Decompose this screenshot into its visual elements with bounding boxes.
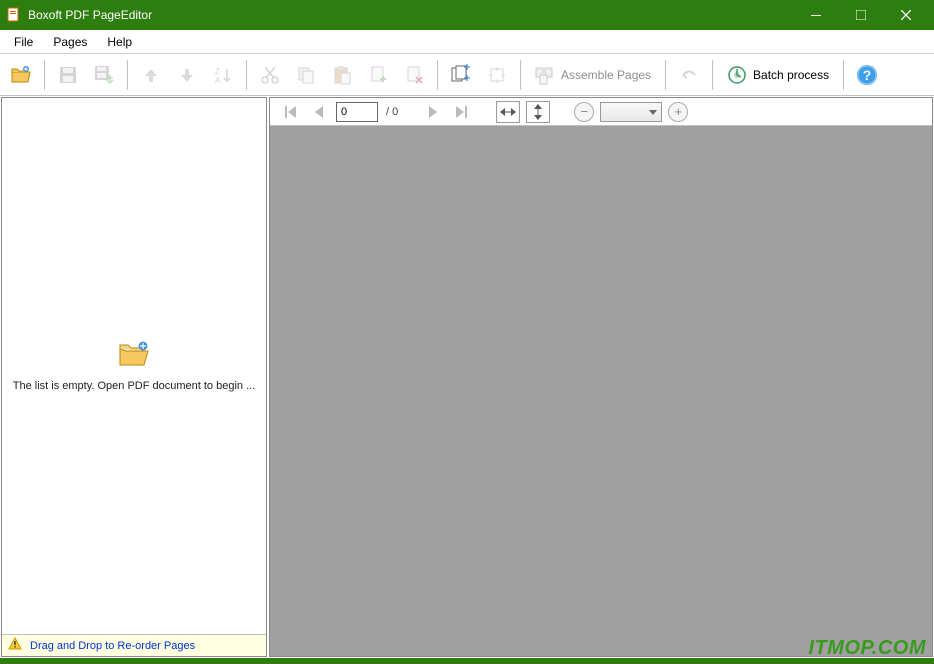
page-number-input[interactable]	[336, 102, 378, 122]
fit-height-button[interactable]	[526, 101, 550, 123]
maximize-button[interactable]	[838, 0, 883, 30]
menu-help[interactable]: Help	[97, 32, 142, 52]
sort-button: ZA	[206, 58, 240, 92]
save-button	[51, 58, 85, 92]
batch-process-label: Batch process	[753, 68, 829, 82]
window-title: Boxoft PDF PageEditor	[28, 8, 793, 22]
open-folder-icon	[118, 341, 150, 372]
first-page-button	[280, 101, 302, 123]
next-page-button	[422, 101, 444, 123]
sidebar-hint-bar: Drag and Drop to Re-order Pages	[2, 634, 266, 656]
insert-page-button	[361, 58, 395, 92]
page-list-panel: The list is empty. Open PDF document to …	[1, 97, 267, 657]
save-as-button	[87, 58, 121, 92]
minimize-button[interactable]	[793, 0, 838, 30]
toolbar-separator	[520, 60, 521, 90]
delete-page-button	[397, 58, 431, 92]
svg-text:?: ?	[863, 67, 872, 83]
app-icon	[6, 7, 22, 23]
reorder-hint: Drag and Drop to Re-order Pages	[30, 640, 195, 652]
workarea: The list is empty. Open PDF document to …	[0, 96, 934, 658]
warning-icon	[8, 637, 22, 654]
zoom-combo[interactable]	[600, 102, 662, 122]
svg-text:Z: Z	[215, 67, 220, 76]
page-list-body[interactable]: The list is empty. Open PDF document to …	[2, 98, 266, 634]
undo-button	[672, 58, 706, 92]
close-button[interactable]	[883, 0, 928, 30]
menu-pages[interactable]: Pages	[43, 32, 97, 52]
window-border-bottom	[0, 658, 934, 664]
page-total-label: / 0	[386, 106, 398, 118]
prev-page-button	[308, 101, 330, 123]
toolbar-separator	[246, 60, 247, 90]
fit-button	[480, 58, 514, 92]
toolbar-separator	[437, 60, 438, 90]
paste-button	[325, 58, 359, 92]
preview-canvas	[270, 126, 932, 656]
preview-panel: / 0 − +	[269, 97, 933, 657]
menu-file[interactable]: File	[4, 32, 43, 52]
move-up-button	[134, 58, 168, 92]
move-down-button	[170, 58, 204, 92]
toolbar-separator	[44, 60, 45, 90]
properties-button[interactable]	[444, 58, 478, 92]
toolbar-separator	[843, 60, 844, 90]
help-button[interactable]: ?	[850, 58, 884, 92]
open-button[interactable]	[4, 58, 38, 92]
assemble-pages-button: Assemble Pages	[527, 58, 659, 92]
fit-width-button[interactable]	[496, 101, 520, 123]
cut-button	[253, 58, 287, 92]
toolbar-separator	[127, 60, 128, 90]
preview-toolbar: / 0 − +	[270, 98, 932, 126]
assemble-pages-label: Assemble Pages	[561, 68, 651, 82]
empty-list-text: The list is empty. Open PDF document to …	[2, 380, 266, 392]
copy-button	[289, 58, 323, 92]
main-toolbar: ZA Assemble Pages Batch process ?	[0, 54, 934, 96]
batch-process-button[interactable]: Batch process	[719, 58, 837, 92]
zoom-out-button[interactable]: −	[574, 102, 594, 122]
zoom-in-button[interactable]: +	[668, 102, 688, 122]
svg-text:A: A	[215, 76, 221, 85]
toolbar-separator	[712, 60, 713, 90]
last-page-button	[450, 101, 472, 123]
titlebar: Boxoft PDF PageEditor	[0, 0, 934, 30]
toolbar-separator	[665, 60, 666, 90]
menubar: File Pages Help	[0, 30, 934, 54]
